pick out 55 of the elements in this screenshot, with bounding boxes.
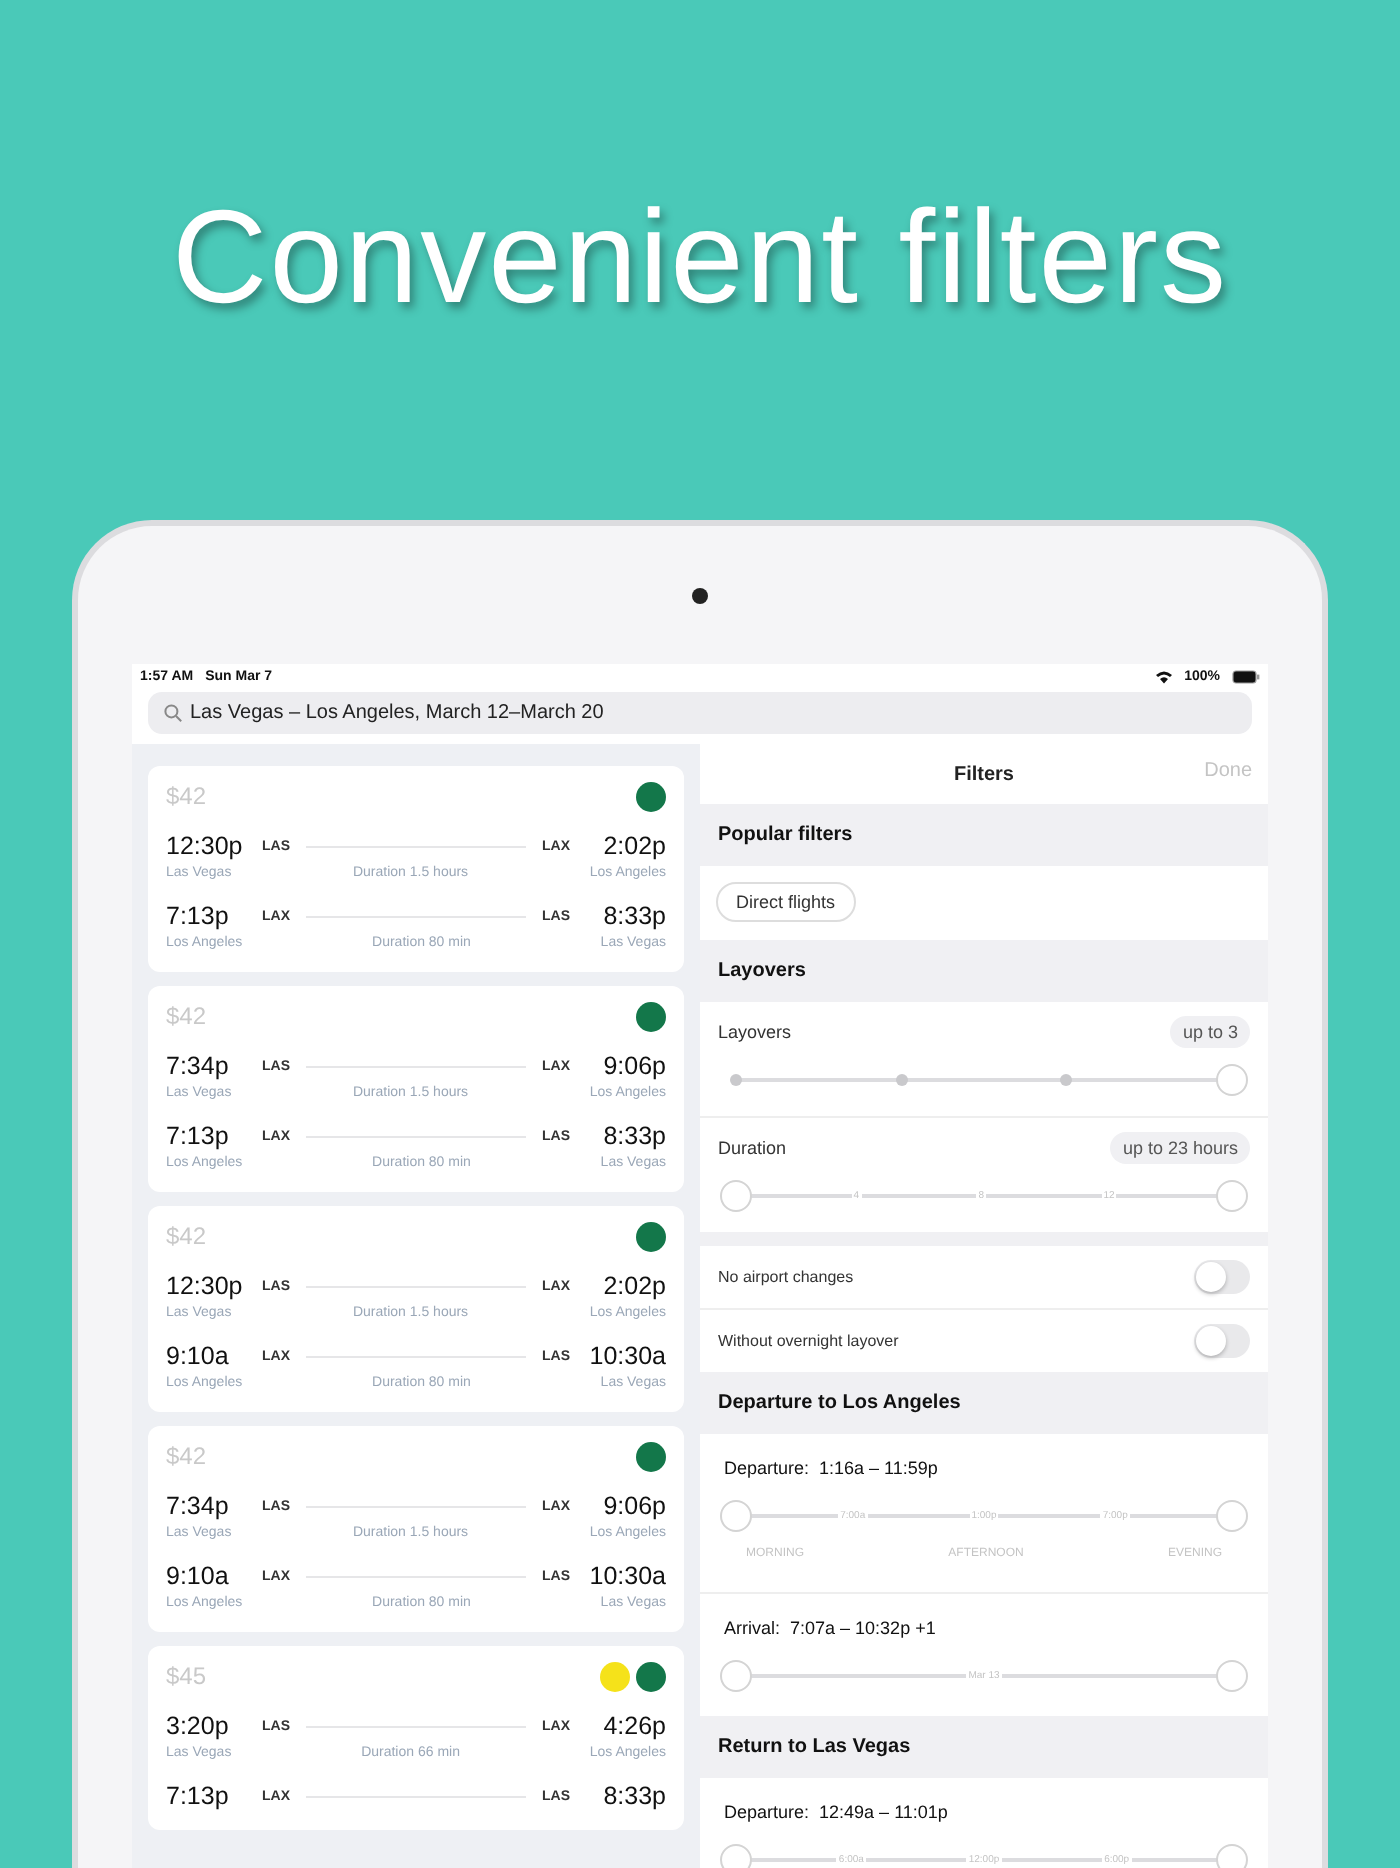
- departure-time: 12:30p: [166, 832, 245, 860]
- slider-thumb[interactable]: [720, 1844, 752, 1868]
- filter-label: No airport changes: [718, 1268, 854, 1286]
- departure-time: 7:13p: [166, 1122, 231, 1150]
- panel-title: Filters: [953, 763, 1014, 785]
- departure-time: 3:20p: [166, 1712, 231, 1740]
- search-field[interactable]: Las Vegas – Los Angeles, March 12–March 20: [148, 692, 1252, 734]
- arrival-time: 9:06p: [601, 1052, 666, 1080]
- value-pill: up to 23 hours: [1110, 1131, 1250, 1163]
- search-icon: [164, 704, 182, 722]
- arrival-time: 2:02p: [601, 832, 666, 860]
- arrival-time: 8:33p: [601, 902, 666, 930]
- section-heading: Layovers: [716, 958, 808, 986]
- filter-label: Duration: [718, 1137, 787, 1157]
- filter-label: Departure:: [724, 1801, 810, 1821]
- slider-thumb[interactable]: [1216, 1180, 1248, 1212]
- arrival-time: 8:33p: [601, 1782, 666, 1810]
- slider-thumb[interactable]: [720, 1500, 752, 1532]
- arrival-time: 2:02p: [601, 1272, 666, 1300]
- arrival-time: 10:30a: [587, 1342, 666, 1370]
- departure-time: 7:34p: [166, 1052, 231, 1080]
- arrival-time: 10:30a: [587, 1562, 666, 1590]
- arrival-time: 8:33p: [601, 1122, 666, 1150]
- section-heading: Departure to Los Angeles: [716, 1390, 963, 1418]
- arrival-time: 4:26p: [601, 1712, 666, 1740]
- section-heading: Return to Las Vegas: [716, 1734, 913, 1762]
- filter-label: Without overnight layover: [718, 1332, 899, 1350]
- filter-label: Arrival:: [724, 1617, 781, 1637]
- slider-thumb[interactable]: [1216, 1660, 1248, 1692]
- departure-time: 9:10a: [166, 1342, 231, 1370]
- time-range-value: 12:49a – 11:01p: [819, 1801, 948, 1821]
- slider-thumb[interactable]: [720, 1180, 752, 1212]
- time-range-value: 7:07a – 10:32p +1: [790, 1617, 936, 1637]
- section-heading: Popular filters: [716, 822, 855, 850]
- filter-label: Departure:: [724, 1457, 810, 1477]
- departure-time: 7:13p: [166, 902, 231, 930]
- camera-dot: [692, 587, 708, 603]
- wifi-icon: [1156, 669, 1173, 683]
- arrival-time: 9:06p: [601, 1492, 666, 1520]
- toggle-switch[interactable]: [1194, 1324, 1250, 1358]
- slider-thumb[interactable]: [720, 1660, 752, 1692]
- departure-time: 7:13p: [166, 1782, 231, 1810]
- slider-thumb[interactable]: [1216, 1500, 1248, 1532]
- departure-time: 7:34p: [166, 1492, 231, 1520]
- slider-thumb[interactable]: [1216, 1064, 1248, 1096]
- time-range-value: 1:16a – 11:59p: [819, 1457, 938, 1477]
- filter-label: Layovers: [718, 1021, 792, 1041]
- toggle-switch[interactable]: [1194, 1260, 1250, 1294]
- value-pill: up to 3: [1170, 1015, 1250, 1047]
- slider-thumb[interactable]: [1216, 1844, 1248, 1868]
- departure-time: 12:30p: [166, 1272, 245, 1300]
- departure-time: 9:10a: [166, 1562, 231, 1590]
- battery-icon: [1232, 669, 1260, 683]
- filter-chip[interactable]: Direct flights: [716, 882, 856, 922]
- headline: Convenient filters: [172, 180, 1228, 332]
